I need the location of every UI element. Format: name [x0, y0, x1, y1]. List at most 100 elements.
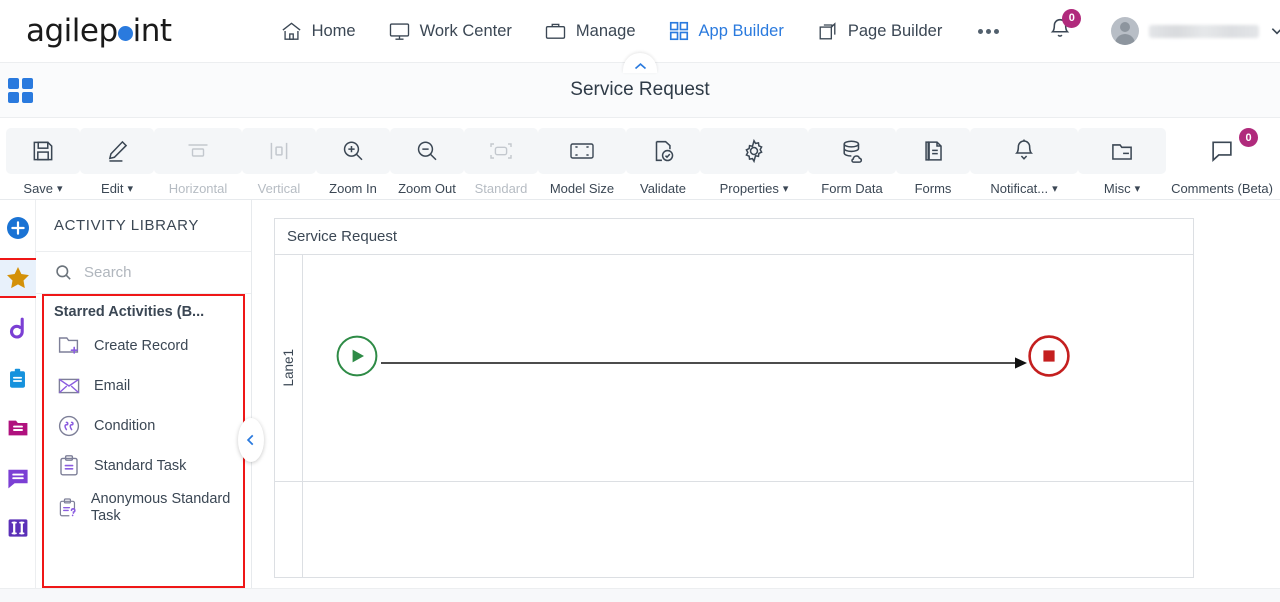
user-menu[interactable] [1111, 17, 1280, 45]
comment-icon [1166, 128, 1278, 174]
user-name-redacted [1149, 24, 1260, 38]
status-bar [0, 588, 1280, 602]
search-icon[interactable] [54, 263, 73, 282]
database-icon [808, 128, 896, 174]
validate-icon [626, 128, 700, 174]
plus-circle-icon [6, 217, 29, 239]
nav-item-home[interactable]: Home [264, 14, 372, 49]
dot-icon [978, 28, 984, 34]
avatar [1111, 17, 1140, 45]
toolbar-notifications-label: Notificat... [990, 181, 1049, 196]
toolbar-misc-label: Misc [1103, 181, 1131, 196]
rail-item-agilepoint-activities[interactable] [0, 310, 36, 346]
swimlane-2-body[interactable] [303, 482, 1193, 577]
toolbar-button-standard[interactable]: Standard [464, 126, 538, 196]
toolbar-button-zoom-in[interactable]: Zoom In [316, 126, 390, 196]
chat-icon [7, 469, 28, 489]
agilepoint-logo[interactable]: agilep int [26, 12, 172, 49]
activity-search-row [36, 252, 251, 294]
process-canvas[interactable]: Service Request Lane1 [252, 200, 1280, 588]
activity-library-title: ACTIVITY LIBRARY [36, 200, 251, 252]
rail-item-add-activity[interactable] [0, 210, 36, 246]
swimlane-2-label-holder [275, 482, 303, 577]
condition-icon [58, 415, 80, 437]
nav-item-manage-label: Manage [575, 21, 636, 40]
nav-item-manage[interactable]: Manage [528, 14, 652, 49]
activity-item-condition[interactable]: Condition [44, 406, 243, 446]
chevron-down-icon: ▾ [1052, 183, 1058, 195]
app-title-bar: Service Request [0, 53, 1280, 118]
nav-overflow-menu-button[interactable] [964, 19, 1013, 44]
nav-item-work-center-label: Work Center [419, 21, 512, 40]
chevron-down-icon: ▾ [1134, 183, 1141, 195]
activity-item-create-record[interactable]: Create Record [44, 326, 243, 366]
activity-item-email[interactable]: Email [44, 366, 243, 406]
toolbar-button-save[interactable]: Save ▾ [6, 126, 80, 196]
search-input[interactable] [84, 264, 214, 281]
activity-item-anonymous-standard-task[interactable]: Anonymous Standard Task [44, 486, 243, 530]
activity-library-panel: ACTIVITY LIBRARY Starred Activities (B..… [36, 200, 264, 588]
swimlane-1-label-holder: Lane1 [275, 254, 303, 482]
activity-item-label: Condition [94, 417, 156, 434]
page-title: Service Request [570, 79, 710, 100]
chevron-left-icon [246, 434, 254, 446]
monitor-icon [388, 20, 411, 43]
toolbar-button-edit[interactable]: Edit ▾ [80, 126, 154, 196]
toolbar-button-horizontal[interactable]: Horizontal [154, 126, 242, 196]
activity-category-rail [0, 200, 38, 588]
toolbar-button-misc[interactable]: Misc ▾ [1078, 126, 1166, 196]
standard-size-icon [464, 128, 538, 174]
nav-item-page-builder-label: Page Builder [847, 21, 943, 40]
starred-activities-group: Starred Activities (B... Create Record E… [42, 294, 245, 588]
toolbar-comments-label: Comments (Beta) [1171, 181, 1273, 196]
anonymous-standard-task-icon [59, 498, 76, 517]
model-size-icon [538, 128, 626, 174]
nav-item-work-center[interactable]: Work Center [372, 14, 528, 49]
toolbar-button-forms[interactable]: Forms [896, 126, 970, 196]
swimlane-2[interactable] [275, 482, 1193, 577]
toolbar-button-comments[interactable]: 0 Comments (Beta) [1166, 126, 1278, 196]
start-event-node[interactable] [335, 334, 379, 378]
notifications-button[interactable]: 0 [1041, 8, 1082, 51]
toolbar-properties-label: Properties [719, 181, 779, 196]
gear-icon [700, 128, 808, 174]
forms-icon [896, 128, 970, 174]
rail-item-task-activities[interactable] [0, 360, 36, 396]
toolbar-validate-label: Validate [639, 181, 686, 196]
bell-icon [970, 128, 1078, 174]
swimlane-1-body[interactable] [303, 255, 1193, 481]
toolbar-forms-label: Forms [914, 181, 952, 196]
toolbar-save-label: Save [23, 181, 54, 196]
rail-item-document-activities[interactable] [0, 410, 36, 446]
toolbar-button-model-size[interactable]: Model Size [538, 126, 626, 196]
toolbar-button-vertical[interactable]: Vertical [242, 126, 316, 196]
designer-toolbar: Save ▾ Edit ▾ Horizontal Vertical Zoom I… [0, 118, 1280, 200]
dot-icon [986, 28, 992, 34]
email-icon [58, 378, 80, 394]
toolbar-button-properties[interactable]: Properties ▾ [700, 126, 808, 196]
logo-text-part1: agilep [26, 12, 118, 49]
rail-item-message-activities[interactable] [0, 460, 36, 496]
toolbar-button-form-data[interactable]: Form Data [808, 126, 896, 196]
activity-item-standard-task[interactable]: Standard Task [44, 446, 243, 486]
nav-item-app-builder-label: App Builder [698, 21, 784, 40]
end-event-node[interactable] [1027, 334, 1071, 378]
nav-item-app-builder[interactable]: App Builder [652, 14, 800, 48]
nav-item-page-builder[interactable]: Page Builder [800, 14, 958, 49]
sequence-flow-connector[interactable] [381, 355, 1031, 371]
toolbar-button-notifications[interactable]: Notificat... ▾ [970, 126, 1078, 196]
save-icon [6, 128, 80, 174]
dot-icon [994, 28, 1000, 34]
standard-task-icon [60, 455, 78, 476]
process-pool[interactable]: Service Request Lane1 [274, 218, 1194, 578]
activity-item-label: Create Record [94, 337, 189, 354]
toolbar-button-validate[interactable]: Validate [626, 126, 700, 196]
rail-item-starred-activities[interactable] [0, 258, 38, 298]
folder-icon [8, 420, 27, 436]
rail-item-swimlane-activities[interactable] [0, 510, 36, 546]
swimlane-1[interactable]: Lane1 [275, 254, 1193, 483]
toolbar-button-zoom-out[interactable]: Zoom Out [390, 126, 464, 196]
chevron-down-icon [1269, 23, 1280, 39]
collapse-library-panel-button[interactable] [238, 418, 264, 462]
clipboard-icon [10, 368, 25, 388]
